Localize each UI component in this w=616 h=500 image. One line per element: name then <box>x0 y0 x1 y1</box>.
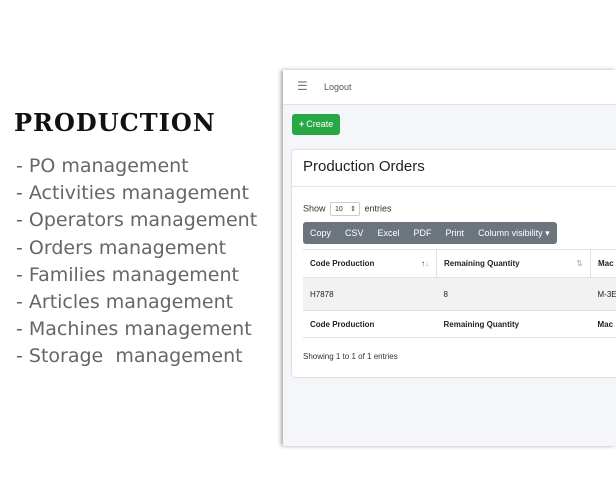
pdf-button[interactable]: PDF <box>407 222 439 244</box>
show-label: Show <box>303 203 326 214</box>
column-visibility-label: Column visibility <box>478 228 543 238</box>
footer-remaining: Remaining Quantity <box>436 310 591 338</box>
card-header: Production Orders <box>292 150 616 187</box>
table-footer-row: Code Production Remaining Quantity Mac <box>303 310 616 338</box>
updown-icon: ⇕ <box>350 206 357 213</box>
cell-code: H7878 <box>303 277 437 311</box>
feature-item: - Activities management <box>16 182 249 205</box>
print-button[interactable]: Print <box>439 222 472 244</box>
feature-item: - Families management <box>16 263 239 286</box>
column-header-remaining[interactable]: Remaining Quantity ⇅ <box>436 249 591 278</box>
footer-code: Code Production <box>303 310 437 338</box>
feature-item: - Storage management <box>16 345 243 368</box>
feature-list: - PO management - Activities management … <box>16 153 257 371</box>
sort-asc-icon: ↑↓ <box>421 259 429 268</box>
sort-icon: ⇅ <box>576 259 583 268</box>
column-header-machine[interactable]: Mac <box>590 249 616 278</box>
entries-select[interactable]: 10 ⇕ <box>330 202 361 216</box>
entries-value: 10 <box>335 206 343 213</box>
table-header-row: Code Production ↑↓ Remaining Quantity ⇅ Ma… <box>303 249 616 278</box>
copy-button[interactable]: Copy <box>303 222 338 244</box>
column-header-label: Remaining Quantity <box>444 259 520 268</box>
cell-remaining: 8 <box>436 277 591 311</box>
logout-link[interactable]: Logout <box>324 82 352 92</box>
promo-title: PRODUCTION <box>14 108 216 137</box>
entries-label: entries <box>364 203 392 214</box>
cell-machine: M-3E <box>590 277 616 311</box>
feature-item: - Articles management <box>16 290 234 313</box>
app-window: ☰ Logout + Create Production Orders Show … <box>283 70 616 446</box>
table-row[interactable]: H7878 8 M-3E <box>303 277 616 311</box>
top-navbar: ☰ Logout <box>283 70 616 105</box>
feature-item: - Operators management <box>16 209 258 232</box>
card-title: Production Orders <box>303 158 425 175</box>
column-header-label: Code Production <box>310 259 375 268</box>
column-header-code[interactable]: Code Production ↑↓ <box>303 249 437 278</box>
length-control: Show 10 ⇕ entries <box>303 202 392 216</box>
bars-icon[interactable]: ☰ <box>297 79 308 93</box>
csv-button[interactable]: CSV <box>338 222 371 244</box>
production-orders-card: Production Orders Show 10 ⇕ entries Copy … <box>292 150 616 377</box>
orders-table: Code Production ↑↓ Remaining Quantity ⇅ Ma… <box>303 249 616 338</box>
feature-item: - PO management <box>16 155 189 177</box>
footer-machine: Mac <box>590 310 616 338</box>
plus-icon: + <box>299 119 305 129</box>
excel-button[interactable]: Excel <box>371 222 407 244</box>
table-info: Showing 1 to 1 of 1 entries <box>303 352 398 361</box>
export-button-group: Copy CSV Excel PDF Print Column visibili… <box>303 222 557 244</box>
column-visibility-button[interactable]: Column visibility ▾ <box>471 222 557 244</box>
create-button-label: Create <box>306 119 334 129</box>
feature-item: - Orders management <box>16 236 227 259</box>
create-button[interactable]: + Create <box>292 114 341 135</box>
feature-item: - Machines management <box>16 318 252 341</box>
caret-down-icon: ▾ <box>545 228 550 238</box>
